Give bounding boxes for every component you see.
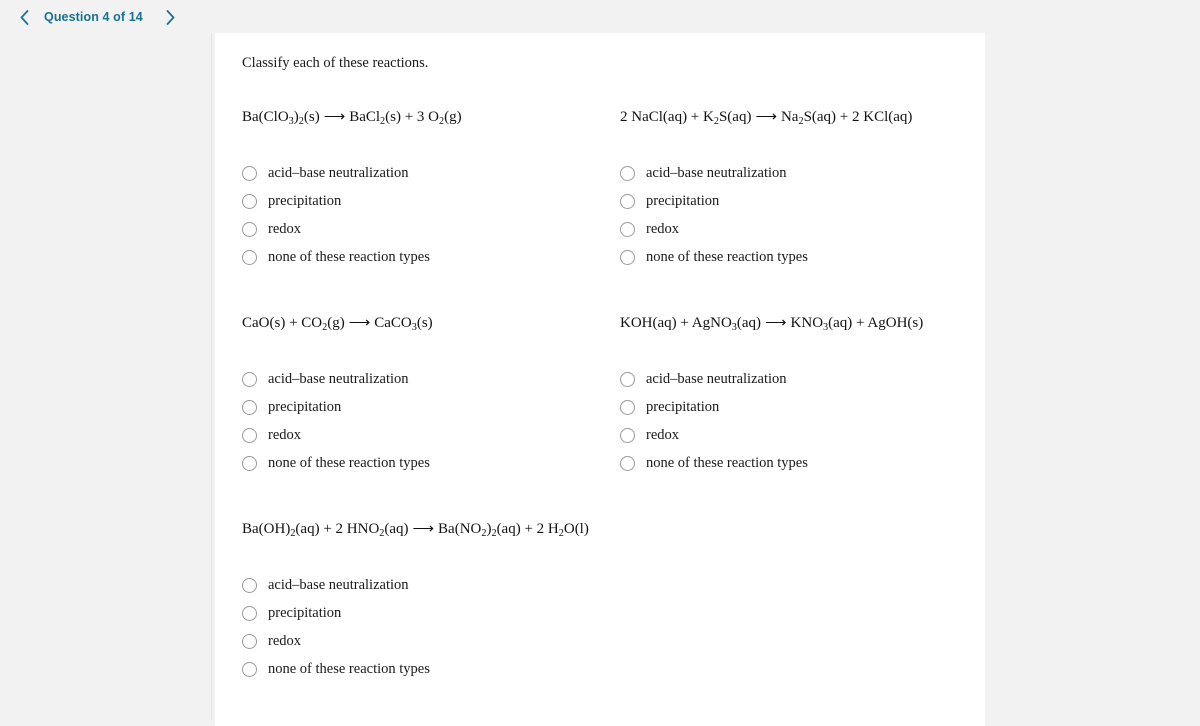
question-row: CaO(s) + CO2(g) ⟶ CaCO3(s) acid–base neutr… (229, 314, 985, 477)
radio-button[interactable] (620, 399, 635, 415)
option-label: redox (646, 220, 680, 237)
question-block-q5: Ba(OH)2(aq) + 2 HNO2(aq) ⟶ Ba(NO2)2(aq) + … (229, 520, 607, 683)
chemical-equation: CaO(s) + CO2(g) ⟶ CaCO3(s) (242, 315, 433, 333)
option-label: redox (268, 426, 302, 443)
radio-button[interactable] (242, 455, 257, 471)
question-block-q3: CaO(s) + CO2(g) ⟶ CaCO3(s) acid–base neutr… (229, 314, 607, 477)
radio-button[interactable] (620, 193, 635, 209)
radio-button[interactable] (242, 577, 257, 593)
radio-button[interactable] (620, 165, 635, 181)
option-label: redox (646, 426, 680, 443)
option-acid-base-neutralization[interactable]: acid–base neutralization (242, 571, 607, 599)
option-redox[interactable]: redox (242, 627, 607, 655)
option-none-of-these[interactable]: none of these reaction types (242, 449, 607, 477)
option-label: none of these reaction types (268, 454, 430, 471)
option-none-of-these[interactable]: none of these reaction types (620, 243, 985, 271)
chemical-equation: KOH(aq) + AgNO3(aq) ⟶ KNO3(aq) + AgOH(s) (620, 315, 924, 333)
radio-button[interactable] (242, 605, 257, 621)
option-redox[interactable]: redox (620, 215, 985, 243)
option-redox[interactable]: redox (242, 421, 607, 449)
question-navigation-header: Question 4 of 14 (0, 0, 1200, 34)
radio-button[interactable] (242, 633, 257, 649)
radio-button[interactable] (242, 221, 257, 237)
option-label: precipitation (268, 398, 342, 415)
radio-button[interactable] (242, 249, 257, 265)
option-label: acid–base neutralization (268, 576, 409, 593)
right-pane (985, 34, 1200, 720)
chevron-right-icon[interactable] (161, 7, 181, 27)
question-block-q1: Ba(ClO3)2(s) ⟶ BaCl2(s) + 3 O2(g) acid–bas… (229, 108, 607, 271)
option-precipitation[interactable]: precipitation (242, 187, 607, 215)
left-rail (0, 34, 212, 720)
option-label: none of these reaction types (646, 454, 808, 471)
option-label: none of these reaction types (268, 660, 430, 677)
option-label: precipitation (646, 192, 720, 209)
question-prompt: Classify each of these reactions. (242, 55, 429, 71)
radio-button[interactable] (620, 221, 635, 237)
option-label: none of these reaction types (646, 248, 808, 265)
option-redox[interactable]: redox (620, 421, 985, 449)
option-label: precipitation (268, 604, 342, 621)
chemical-equation: Ba(OH)2(aq) + 2 HNO2(aq) ⟶ Ba(NO2)2(aq) + … (242, 521, 589, 539)
question-block-q2: 2 NaCl(aq) + K2S(aq) ⟶ Na2S(aq) + 2 KCl(aq… (607, 108, 985, 271)
option-label: acid–base neutralization (268, 164, 409, 181)
option-acid-base-neutralization[interactable]: acid–base neutralization (242, 159, 607, 187)
chemical-equation: Ba(ClO3)2(s) ⟶ BaCl2(s) + 3 O2(g) (242, 109, 462, 127)
option-precipitation[interactable]: precipitation (620, 187, 985, 215)
answer-options: acid–base neutralization precipitation r… (242, 571, 607, 683)
radio-button[interactable] (620, 249, 635, 265)
option-label: precipitation (646, 398, 720, 415)
option-acid-base-neutralization[interactable]: acid–base neutralization (620, 159, 985, 187)
question-grid: Ba(ClO3)2(s) ⟶ BaCl2(s) + 3 O2(g) acid–bas… (229, 108, 985, 683)
chemical-equation: 2 NaCl(aq) + K2S(aq) ⟶ Na2S(aq) + 2 KCl(aq… (620, 109, 913, 127)
radio-button[interactable] (242, 165, 257, 181)
question-counter: Question 4 of 14 (44, 10, 143, 24)
option-label: acid–base neutralization (268, 370, 409, 387)
radio-button[interactable] (242, 661, 257, 677)
option-label: redox (268, 220, 302, 237)
question-card: Classify each of these reactions. Ba(ClO… (215, 33, 985, 726)
option-acid-base-neutralization[interactable]: acid–base neutralization (620, 365, 985, 393)
question-row: Ba(ClO3)2(s) ⟶ BaCl2(s) + 3 O2(g) acid–bas… (229, 108, 985, 271)
option-precipitation[interactable]: precipitation (242, 393, 607, 421)
option-acid-base-neutralization[interactable]: acid–base neutralization (242, 365, 607, 393)
option-label: precipitation (268, 192, 342, 209)
chevron-left-icon[interactable] (14, 7, 34, 27)
option-label: none of these reaction types (268, 248, 430, 265)
question-row: Ba(OH)2(aq) + 2 HNO2(aq) ⟶ Ba(NO2)2(aq) + … (229, 520, 985, 683)
option-precipitation[interactable]: precipitation (620, 393, 985, 421)
option-none-of-these[interactable]: none of these reaction types (620, 449, 985, 477)
answer-options: acid–base neutralization precipitation r… (620, 365, 985, 477)
answer-options: acid–base neutralization precipitation r… (242, 365, 607, 477)
question-page: Question 4 of 14 Classify each of these … (0, 0, 1200, 726)
option-precipitation[interactable]: precipitation (242, 599, 607, 627)
answer-options: acid–base neutralization precipitation r… (620, 159, 985, 271)
option-none-of-these[interactable]: none of these reaction types (242, 655, 607, 683)
answer-options: acid–base neutralization precipitation r… (242, 159, 607, 271)
question-block-q4: KOH(aq) + AgNO3(aq) ⟶ KNO3(aq) + AgOH(s) a… (607, 314, 985, 477)
radio-button[interactable] (242, 399, 257, 415)
option-label: acid–base neutralization (646, 370, 787, 387)
radio-button[interactable] (620, 371, 635, 387)
radio-button[interactable] (620, 455, 635, 471)
option-label: acid–base neutralization (646, 164, 787, 181)
radio-button[interactable] (242, 371, 257, 387)
radio-button[interactable] (242, 427, 257, 443)
option-label: redox (268, 632, 302, 649)
option-redox[interactable]: redox (242, 215, 607, 243)
radio-button[interactable] (620, 427, 635, 443)
option-none-of-these[interactable]: none of these reaction types (242, 243, 607, 271)
radio-button[interactable] (242, 193, 257, 209)
